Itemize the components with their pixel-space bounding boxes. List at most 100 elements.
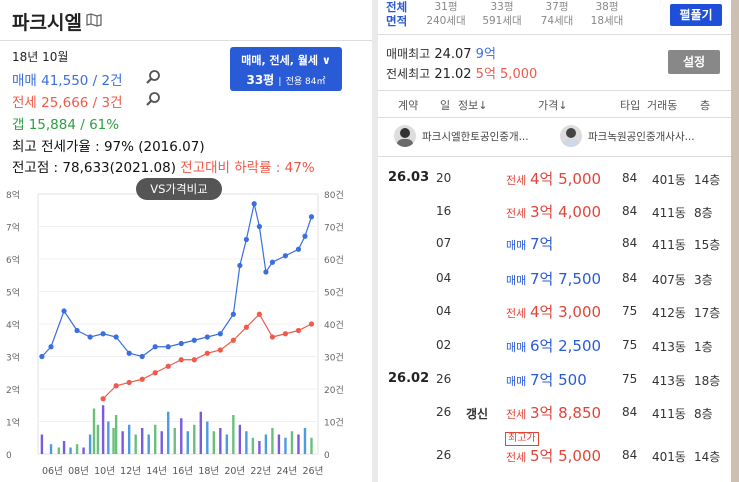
deal-type: 전세 <box>506 408 527 421</box>
volume-bar <box>82 447 85 454</box>
series-point <box>230 311 236 317</box>
floor-no: 17층 <box>694 306 721 320</box>
sale-max-date: 24.07 <box>434 47 472 62</box>
pyeong-tab-31[interactable]: 31평 240세대 <box>420 0 472 28</box>
transaction-panel: 전체 면적 31평 240세대 33평 591세대 37평 74세대 38평 1… <box>378 0 739 482</box>
y-tick-left: 4억 <box>6 319 20 331</box>
map-icon[interactable] <box>86 13 102 27</box>
volume-bar <box>134 434 137 454</box>
floor-no: 14층 <box>694 173 721 187</box>
volume-bar <box>219 428 222 454</box>
vs-compare-button[interactable]: VS가격비교 <box>136 178 222 200</box>
col-day[interactable]: 일 <box>440 97 450 113</box>
unit-type: 75 <box>622 372 638 386</box>
gap-stat: 갭 15,884 / 61% <box>12 117 120 133</box>
pyeong-tab-37[interactable]: 37평 74세대 <box>532 0 582 28</box>
x-tick: 10년 <box>94 466 115 477</box>
agent-name[interactable]: 파크시엘한토공인중개... <box>422 129 529 144</box>
volume-bar <box>186 431 189 454</box>
transaction-row[interactable]: 26 갱신 전세 3억 8,850 84 411동 8층 <box>378 397 731 429</box>
y-tick-left: 7억 <box>6 222 20 234</box>
series-point <box>230 337 236 343</box>
y-tick-right: 20건 <box>324 385 344 396</box>
x-tick: 12년 <box>120 466 141 477</box>
building-no: 411동 <box>652 407 686 421</box>
as-of-date: 18년 10월 <box>12 50 69 64</box>
transaction-row[interactable]: 02 매매 6억 2,500 75 413동 1층 <box>378 330 731 362</box>
series-point <box>87 334 93 340</box>
x-tick: 26년 <box>302 466 323 477</box>
transaction-row[interactable]: 26 최고가 전세 5억 5,000 84 401동 14층 <box>378 432 731 472</box>
volume-bar <box>225 434 229 454</box>
deal-type: 전세 <box>506 174 527 187</box>
series-point <box>191 337 197 343</box>
series-point <box>204 350 210 356</box>
volume-bar <box>193 424 196 454</box>
unfold-button[interactable]: 펼풀기 <box>670 4 722 26</box>
volume-bar <box>277 434 281 454</box>
col-contract[interactable]: 계약 <box>398 97 418 113</box>
volume-bar <box>310 437 313 454</box>
volume-bar <box>114 415 118 454</box>
sale-max-price: 9억 <box>475 47 496 62</box>
volume-bar <box>40 434 44 454</box>
y-tick-right: 30건 <box>324 353 344 364</box>
contract-month: 26.02 <box>388 371 430 386</box>
sale-max-label: 매매최고 <box>386 47 431 61</box>
deal-price: 5억 5,000 <box>530 447 602 465</box>
col-floor[interactable]: 층 <box>700 97 710 113</box>
transaction-row[interactable]: 26.03 20 전세 4억 5,000 84 401동 14층 <box>378 163 731 195</box>
series-point <box>269 334 276 340</box>
pyeong-units: 18세대 <box>590 15 624 27</box>
transaction-row[interactable]: 04 전세 4억 3,000 75 412동 17층 <box>378 296 731 328</box>
col-price[interactable]: 가격↓ <box>538 97 567 113</box>
transaction-row[interactable]: 04 매매 7억 7,500 84 407동 3층 <box>378 263 731 295</box>
pyeong-units: 240세대 <box>426 15 466 27</box>
search-jeonse-icon[interactable] <box>145 91 161 107</box>
y-tick-left: 1억 <box>6 417 20 429</box>
pyeong-tab-38[interactable]: 38평 18세대 <box>582 0 632 28</box>
jeonse-stat: 전세 25,666 / 3건 <box>12 95 123 111</box>
agent-avatar[interactable] <box>394 125 416 147</box>
pyeong-size: 38평 <box>595 1 619 13</box>
settings-button[interactable]: 설정 <box>668 50 720 74</box>
agent-avatar[interactable] <box>560 125 582 147</box>
price-volume-chart: 8억 7억 6억 5억 4억 3억 2억 1억 0 80건 70건 60건 50건 40건 30건 20건 10… <box>6 189 344 477</box>
volume-bar <box>199 411 202 454</box>
contract-day: 26 <box>436 372 452 386</box>
transaction-row[interactable]: 26.02 26 매매 7억 500 75 413동 18층 <box>378 364 731 396</box>
x-tick: 20년 <box>224 466 245 477</box>
volume-bar <box>180 418 183 454</box>
trade-type-select-button[interactable]: 매매, 전세, 월세 ∨ 33평 | 전용 84㎡ <box>230 47 342 91</box>
col-type[interactable]: 타입 <box>620 97 640 113</box>
col-info[interactable]: 정보↓ <box>458 97 487 113</box>
y-tick-right: 10건 <box>324 418 344 429</box>
deal-price: 7억 <box>530 235 554 253</box>
pyeong-tab-33[interactable]: 33평 591세대 <box>474 0 530 28</box>
y-tick-right: 40건 <box>324 320 344 331</box>
deal-type: 전세 <box>506 207 527 220</box>
volume-bar <box>121 431 124 454</box>
pyeong-units: 591세대 <box>482 15 522 27</box>
header-divider <box>378 90 731 91</box>
building-no: 407동 <box>652 273 686 287</box>
col-building[interactable]: 거래동 <box>647 97 677 113</box>
floor-no: 8층 <box>694 407 713 421</box>
y-tick-left: 5억 <box>6 287 20 299</box>
series-point <box>152 344 158 350</box>
series-point <box>178 340 184 347</box>
search-sale-icon[interactable] <box>145 69 161 85</box>
pyeong-label: 33평 <box>246 73 275 87</box>
transaction-row[interactable]: 16 전세 3억 4,000 84 411동 8층 <box>378 196 731 228</box>
deal-type: 전세 <box>506 451 527 464</box>
volume-bar <box>107 421 110 454</box>
transaction-row[interactable]: 07 매매 7억 84 411동 15층 <box>378 228 731 260</box>
series-point <box>74 327 80 334</box>
deal-price: 7억 500 <box>530 371 587 389</box>
agent-name[interactable]: 파크녹원공인중개사사... <box>588 129 695 144</box>
contract-day: 26 <box>436 448 452 462</box>
filter-all-area[interactable]: 전체 면적 <box>386 0 407 28</box>
y-tick-left: 3억 <box>6 352 20 364</box>
deal-type: 매매 <box>506 239 527 252</box>
volume-bar <box>154 424 157 454</box>
